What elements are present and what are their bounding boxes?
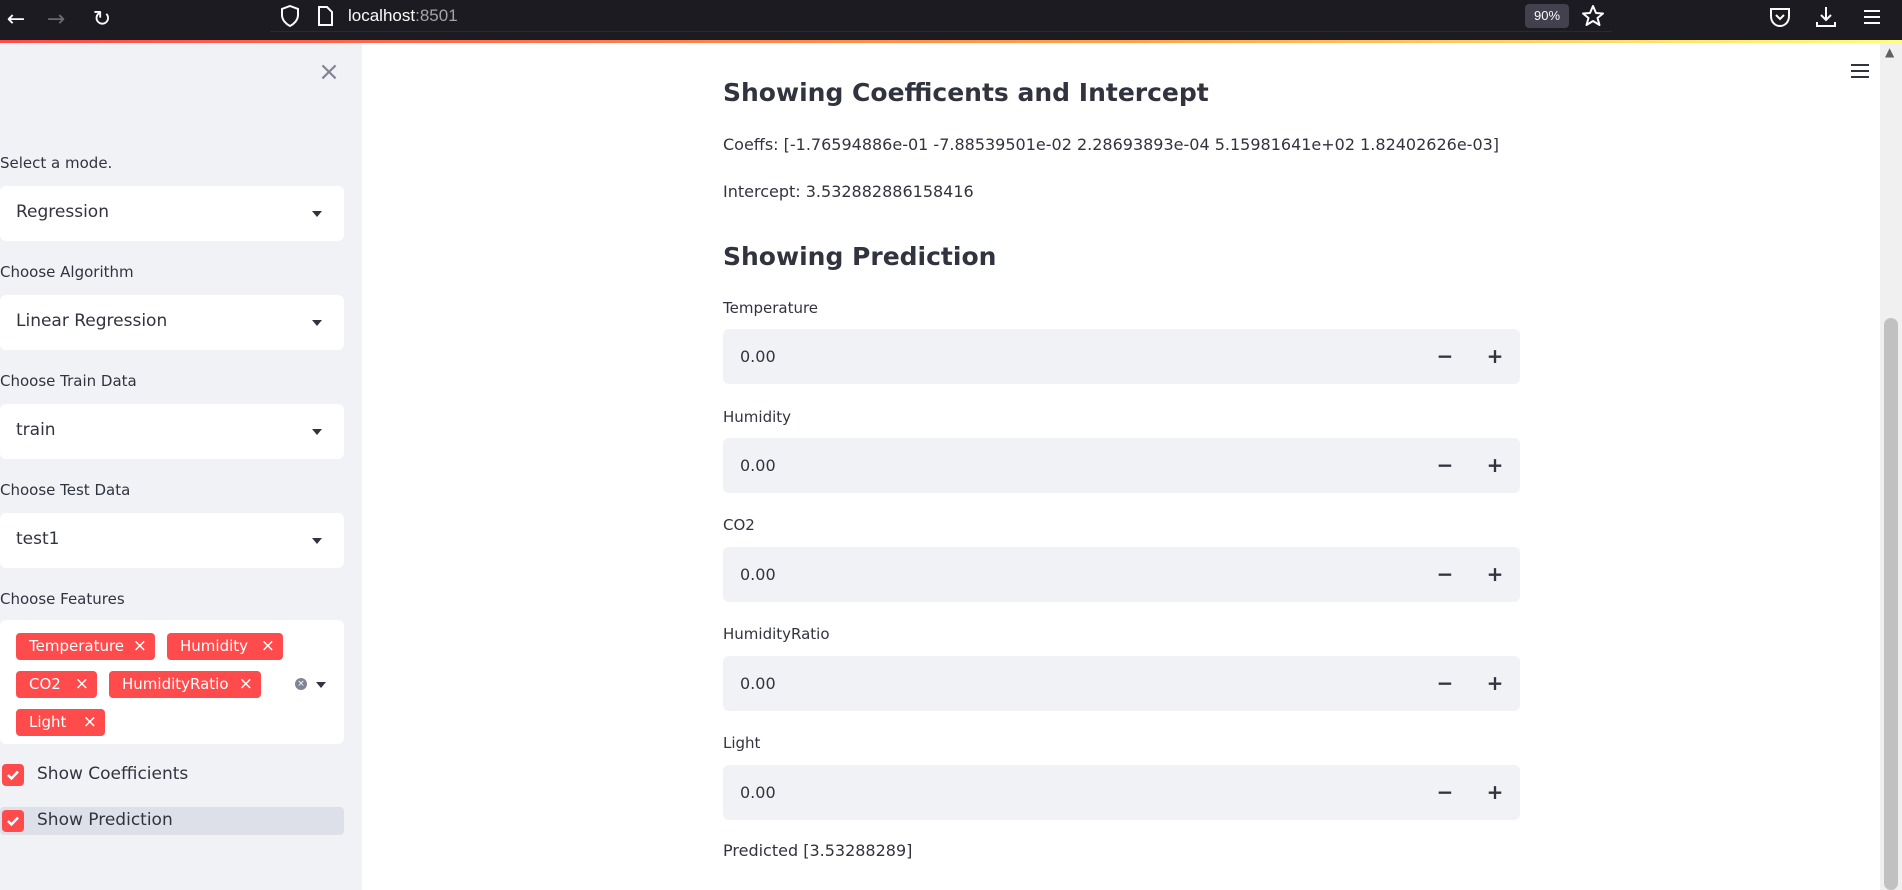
feature-tag-label: Light — [29, 713, 67, 731]
show-prediction-label: Show Prediction — [37, 810, 173, 830]
increment-button[interactable]: + — [1470, 547, 1520, 602]
feature-tag-label: Temperature — [29, 637, 125, 655]
increment-button[interactable]: + — [1470, 438, 1520, 493]
remove-tag-icon[interactable]: × — [261, 633, 275, 660]
temperature-label: Temperature — [723, 299, 819, 317]
algorithm-select-value: Linear Regression — [16, 311, 168, 331]
feature-tag[interactable]: Temperature × — [16, 633, 155, 660]
feature-tag[interactable]: Humidity × — [167, 633, 283, 660]
scroll-up-arrow-icon[interactable]: ▲ — [1885, 45, 1894, 59]
intercept-text: Intercept: 3.532882886158416 — [723, 182, 974, 201]
decrement-button[interactable]: − — [1420, 765, 1470, 820]
humidity-label: Humidity — [723, 408, 792, 426]
humidity-ratio-value[interactable]: 0.00 — [740, 674, 776, 693]
predicted-output: Predicted [3.53288289] — [723, 841, 913, 860]
increment-button[interactable]: + — [1470, 765, 1520, 820]
checkbox-checked-icon[interactable] — [2, 810, 24, 832]
prediction-heading: Showing Prediction — [723, 242, 997, 271]
temperature-value[interactable]: 0.00 — [740, 347, 776, 366]
light-number-input[interactable]: 0.00 − + — [723, 765, 1520, 820]
chevron-down-icon[interactable] — [316, 682, 326, 688]
reload-icon[interactable]: ↻ — [86, 4, 118, 36]
increment-button[interactable]: + — [1470, 656, 1520, 711]
remove-tag-icon[interactable]: × — [83, 709, 97, 736]
feature-tag-label: CO2 — [29, 675, 61, 693]
chevron-down-icon — [312, 429, 322, 435]
train-data-label: Choose Train Data — [0, 372, 137, 390]
feature-tag-label: Humidity — [180, 637, 249, 655]
coefficients-heading: Showing Coefficents and Intercept — [723, 78, 1209, 107]
decrement-button[interactable]: − — [1420, 438, 1470, 493]
app-menu-icon[interactable] — [1859, 4, 1885, 30]
browser-toolbar: ← → ↻ localhost:8501 90% — [0, 0, 1902, 40]
decrement-button[interactable]: − — [1420, 656, 1470, 711]
algorithm-label: Choose Algorithm — [0, 263, 134, 281]
algorithm-select[interactable]: Linear Regression — [0, 295, 344, 350]
url-text[interactable]: localhost:8501 — [348, 6, 458, 26]
show-coefficients-checkbox[interactable]: Show Coefficients — [0, 761, 344, 789]
feature-tag[interactable]: CO2 × — [16, 671, 97, 698]
show-prediction-checkbox[interactable]: Show Prediction — [0, 807, 344, 835]
test-data-select-value: test1 — [16, 529, 60, 549]
forward-arrow-icon[interactable]: → — [40, 4, 72, 36]
remove-tag-icon[interactable]: × — [75, 671, 89, 698]
clear-all-icon[interactable]: × — [295, 678, 307, 690]
main-menu-icon[interactable] — [1851, 64, 1869, 80]
remove-tag-icon[interactable]: × — [239, 671, 253, 698]
co2-value[interactable]: 0.00 — [740, 565, 776, 584]
pocket-icon[interactable] — [1767, 4, 1793, 30]
download-icon[interactable] — [1813, 4, 1839, 30]
address-bar[interactable]: localhost:8501 — [270, 0, 1612, 32]
feature-tag[interactable]: HumidityRatio × — [109, 671, 261, 698]
sidebar: × Select a mode. Regression Choose Algor… — [0, 43, 362, 890]
chevron-down-icon — [312, 211, 322, 217]
train-data-select-value: train — [16, 420, 56, 440]
scrollbar[interactable]: ▲ — [1880, 43, 1902, 890]
chevron-down-icon — [312, 320, 322, 326]
shield-icon[interactable] — [280, 5, 300, 27]
temperature-number-input[interactable]: 0.00 − + — [723, 329, 1520, 384]
mode-label: Select a mode. — [0, 154, 113, 172]
close-sidebar-icon[interactable]: × — [318, 59, 340, 85]
back-arrow-icon[interactable]: ← — [0, 4, 32, 36]
feature-tag[interactable]: Light × — [16, 709, 105, 736]
increment-button[interactable]: + — [1470, 329, 1520, 384]
features-label: Choose Features — [0, 590, 125, 608]
humidity-ratio-label: HumidityRatio — [723, 625, 830, 643]
show-coefficients-label: Show Coefficients — [37, 764, 189, 784]
bookmark-star-icon[interactable] — [1580, 3, 1606, 29]
page-info-icon[interactable] — [316, 6, 334, 26]
humidity-number-input[interactable]: 0.00 − + — [723, 438, 1520, 493]
test-data-label: Choose Test Data — [0, 481, 131, 499]
humidity-ratio-number-input[interactable]: 0.00 − + — [723, 656, 1520, 711]
train-data-select[interactable]: train — [0, 404, 344, 459]
decrement-button[interactable]: − — [1420, 547, 1470, 602]
co2-label: CO2 — [723, 516, 755, 534]
decrement-button[interactable]: − — [1420, 329, 1470, 384]
feature-tag-label: HumidityRatio — [122, 675, 229, 693]
zoom-level-button[interactable]: 90% — [1525, 4, 1569, 28]
chevron-down-icon — [312, 538, 322, 544]
test-data-select[interactable]: test1 — [0, 513, 344, 568]
scroll-thumb[interactable] — [1884, 318, 1898, 890]
co2-number-input[interactable]: 0.00 − + — [723, 547, 1520, 602]
coefficients-text: Coeffs: [-1.76594886e-01 -7.88539501e-02… — [723, 135, 1500, 154]
features-multiselect[interactable]: Temperature × Humidity × CO2 × HumidityR… — [0, 620, 344, 744]
light-value[interactable]: 0.00 — [740, 783, 776, 802]
remove-tag-icon[interactable]: × — [133, 633, 147, 660]
mode-select-value: Regression — [16, 202, 109, 222]
humidity-value[interactable]: 0.00 — [740, 456, 776, 475]
light-label: Light — [723, 734, 761, 752]
checkbox-checked-icon[interactable] — [2, 764, 24, 786]
mode-select[interactable]: Regression — [0, 186, 344, 241]
